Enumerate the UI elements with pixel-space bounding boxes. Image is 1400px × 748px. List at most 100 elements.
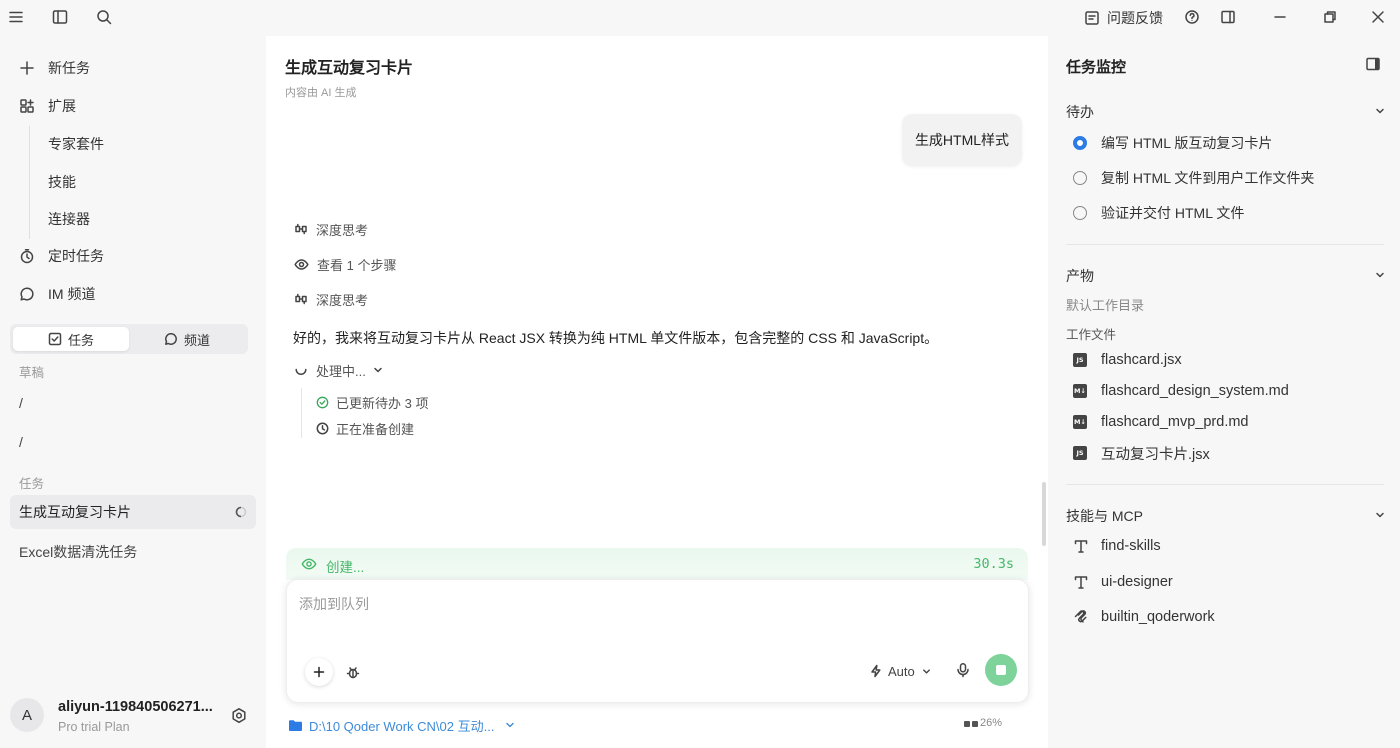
eye-icon: [301, 558, 317, 570]
avatar: A: [10, 698, 44, 732]
artifacts-section-header[interactable]: 产物: [1066, 266, 1094, 286]
title-bar: 问题反馈: [0, 0, 1400, 36]
sub-step-label: 正在准备创建: [336, 421, 415, 437]
working-directory[interactable]: D:\10 Qoder Work CN\02 互动...: [288, 716, 516, 734]
sidebar-item-new-task[interactable]: 新任务: [18, 54, 90, 82]
bug-icon: [346, 667, 360, 679]
microphone-icon: [957, 663, 969, 678]
restore-icon[interactable]: [1318, 5, 1342, 29]
tab-channels-label: 频道: [183, 332, 210, 348]
skill-item[interactable]: ui-designer: [1073, 572, 1173, 592]
js-file-icon: JS: [1073, 446, 1087, 460]
chevron-down-icon: [374, 367, 382, 373]
search-icon[interactable]: [92, 5, 116, 29]
file-item[interactable]: JS flashcard.jsx: [1073, 350, 1182, 370]
skills-section-header[interactable]: 技能与 MCP: [1066, 506, 1143, 526]
skill-name: ui-designer: [1101, 574, 1173, 590]
feedback-button[interactable]: 问题反馈: [1084, 8, 1163, 28]
sidebar-item-im-channel[interactable]: IM 频道: [18, 280, 95, 308]
task-item-active[interactable]: 生成互动复习卡片: [10, 495, 256, 529]
add-attachment-button[interactable]: [305, 658, 333, 686]
divider: [1066, 244, 1384, 245]
queue-input[interactable]: [299, 596, 999, 612]
extensions-label: 扩展: [48, 98, 76, 114]
thinking-icon: [295, 223, 307, 235]
new-task-label: 新任务: [48, 60, 90, 76]
user-profile[interactable]: A aliyun-119840506271... Pro trial Plan: [10, 696, 256, 740]
file-item[interactable]: M↓ flashcard_mvp_prd.md: [1073, 412, 1249, 432]
tool-icon: [1074, 540, 1088, 553]
processing-arc-icon: [295, 368, 307, 375]
todo-label: 复制 HTML 文件到用户工作文件夹: [1101, 170, 1315, 186]
step-label: 深度思考: [316, 292, 369, 308]
view-steps-step[interactable]: 查看 1 个步骤: [294, 254, 396, 274]
file-item[interactable]: JS 互动复习卡片.jsx: [1073, 443, 1210, 463]
run-status-bar: 创建... 30.3s: [286, 548, 1028, 580]
task-item[interactable]: Excel数据清洗任务: [10, 535, 256, 569]
minimize-icon[interactable]: [1268, 5, 1292, 29]
elapsed-time: 30.3s: [973, 556, 1014, 572]
file-item[interactable]: M↓ flashcard_design_system.md: [1073, 381, 1289, 401]
scheduled-label: 定时任务: [48, 248, 104, 264]
pending-radio-icon: [1073, 171, 1087, 185]
ai-disclaimer: 内容由 AI 生成: [285, 87, 357, 99]
skill-item[interactable]: builtin_qoderwork: [1073, 607, 1215, 627]
loading-spinner-icon: [235, 506, 247, 518]
feedback-label: 问题反馈: [1107, 10, 1163, 26]
scrollbar[interactable]: [1042, 482, 1046, 546]
draft-item[interactable]: /: [19, 434, 23, 450]
sidebar-item-skills[interactable]: 技能: [48, 172, 76, 192]
todo-label: 验证并交付 HTML 文件: [1101, 205, 1245, 221]
todo-item[interactable]: 验证并交付 HTML 文件: [1073, 203, 1244, 223]
timer-icon: [18, 247, 36, 265]
plus-icon: [313, 666, 325, 678]
agent-mode-button[interactable]: [339, 658, 367, 686]
feedback-icon: [1085, 11, 1099, 25]
menu-icon[interactable]: [4, 5, 28, 29]
chevron-down-icon[interactable]: [1374, 269, 1386, 281]
thinking-icon: [295, 293, 307, 305]
work-files-label: 工作文件: [1066, 328, 1117, 342]
sidebar-item-expert-kit[interactable]: 专家套件: [48, 134, 104, 154]
chevron-down-icon[interactable]: [1374, 105, 1386, 117]
tab-channels[interactable]: 频道: [129, 327, 245, 351]
tab-tasks-label: 任务: [67, 332, 94, 348]
default-directory-label[interactable]: 默认工作目录: [1066, 295, 1144, 314]
processing-toggle[interactable]: 处理中...: [294, 360, 384, 380]
model-mode-select[interactable]: Auto: [869, 660, 932, 682]
drafts-section-label: 草稿: [19, 366, 45, 380]
help-icon[interactable]: [1180, 5, 1204, 29]
todo-section-header[interactable]: 待办: [1066, 102, 1094, 122]
task-item-label: Excel数据清洗任务: [19, 544, 138, 560]
sidebar-item-extensions[interactable]: 扩展: [18, 92, 76, 120]
task-item-label: 生成互动复习卡片: [19, 504, 131, 520]
microphone-button[interactable]: [949, 656, 977, 684]
settings-icon[interactable]: [230, 707, 248, 725]
sidebar-item-scheduled[interactable]: 定时任务: [18, 242, 104, 270]
sub-nav-line: [29, 126, 30, 239]
preparing-item: 正在准备创建: [316, 419, 414, 437]
panel-toggle-icon[interactable]: [1216, 5, 1240, 29]
step-label: 深度思考: [316, 222, 369, 238]
deep-thinking-step[interactable]: 深度思考: [294, 219, 368, 239]
file-name: flashcard_design_system.md: [1101, 383, 1289, 399]
markdown-file-icon: M↓: [1073, 384, 1087, 398]
mcp-icon: [1074, 610, 1087, 623]
sidebar-item-connectors[interactable]: 连接器: [48, 209, 90, 229]
sidebar-toggle-icon[interactable]: [48, 5, 72, 29]
todo-item[interactable]: 编写 HTML 版互动复习卡片: [1073, 133, 1272, 153]
deep-thinking-step[interactable]: 深度思考: [294, 289, 368, 309]
draft-item[interactable]: /: [19, 395, 23, 411]
stop-button[interactable]: [985, 654, 1017, 686]
chevron-down-icon: [506, 722, 515, 728]
tab-tasks[interactable]: 任务: [13, 327, 129, 351]
process-line: [301, 388, 302, 438]
skill-item[interactable]: find-skills: [1073, 536, 1161, 556]
chevron-down-icon[interactable]: [1374, 509, 1386, 521]
tool-icon: [1074, 576, 1088, 589]
close-icon[interactable]: [1366, 5, 1390, 29]
todo-item[interactable]: 复制 HTML 文件到用户工作文件夹: [1073, 168, 1314, 188]
collapse-panel-icon[interactable]: [1365, 56, 1381, 72]
stop-icon: [996, 665, 1006, 675]
context-usage-icon: [964, 721, 978, 727]
